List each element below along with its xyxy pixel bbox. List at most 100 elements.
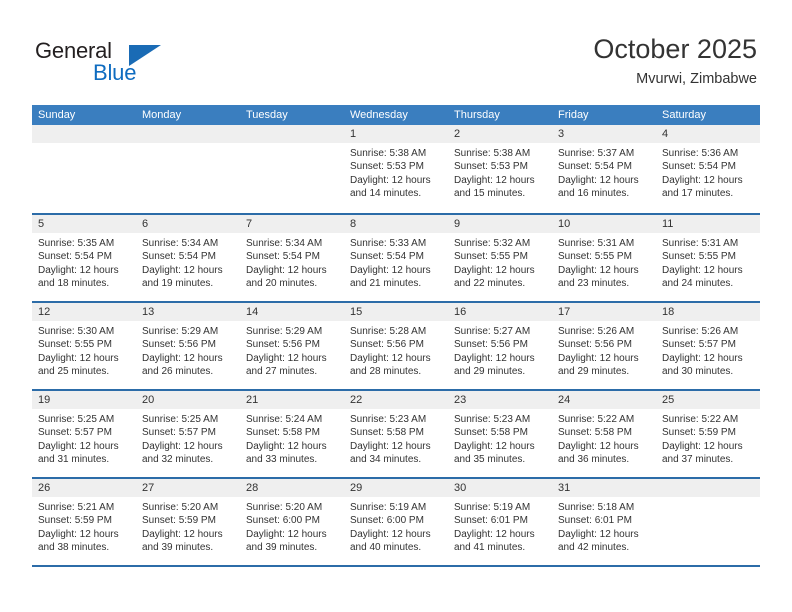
calendar-day-cell[interactable]: 5 Sunrise: 5:35 AM Sunset: 5:54 PM Daylight…	[32, 215, 136, 301]
sunrise-text: Sunrise: 5:20 AM	[142, 502, 219, 513]
day-number	[240, 125, 344, 143]
sunset-text: Sunset: 5:56 PM	[558, 339, 632, 351]
day-number: 9	[448, 215, 552, 233]
day-number: 3	[552, 125, 656, 143]
calendar-day-cell[interactable]: 17 Sunrise: 5:26 AM Sunset: 5:56 PM Dayligh…	[552, 303, 656, 389]
daylight-text: Daylight: 12 hours and 32 minutes.	[142, 440, 223, 466]
calendar-day-cell[interactable]: 21 Sunrise: 5:24 AM Sunset: 5:58 PM Dayligh…	[240, 391, 344, 477]
calendar-day-cell[interactable]: 27 Sunrise: 5:20 AM Sunset: 5:59 PM Dayligh…	[136, 479, 240, 565]
sunrise-text: Sunrise: 5:22 AM	[662, 414, 739, 425]
sunrise-text: Sunrise: 5:30 AM	[38, 326, 115, 337]
daylight-text: Daylight: 12 hours and 23 minutes.	[558, 264, 639, 290]
sunset-text: Sunset: 5:59 PM	[662, 427, 736, 439]
day-number: 25	[656, 391, 760, 409]
sunrise-text: Sunrise: 5:29 AM	[142, 326, 219, 337]
calendar-day-cell[interactable]: 24 Sunrise: 5:22 AM Sunset: 5:58 PM Dayligh…	[552, 391, 656, 477]
sunset-text: Sunset: 5:57 PM	[38, 427, 112, 439]
sunset-text: Sunset: 5:54 PM	[142, 251, 216, 263]
calendar-day-cell[interactable]: 8 Sunrise: 5:33 AM Sunset: 5:54 PM Daylight…	[344, 215, 448, 301]
daylight-text: Daylight: 12 hours and 30 minutes.	[662, 352, 743, 378]
calendar-day-cell[interactable]: 3 Sunrise: 5:37 AM Sunset: 5:54 PM Daylight…	[552, 125, 656, 213]
sunrise-text: Sunrise: 5:18 AM	[558, 502, 635, 513]
calendar-day-cell[interactable]: 12 Sunrise: 5:30 AM Sunset: 5:55 PM Dayligh…	[32, 303, 136, 389]
day-details: Sunrise: 5:19 AM Sunset: 6:00 PM Daylight:…	[344, 497, 448, 555]
day-number: 7	[240, 215, 344, 233]
calendar-day-cell[interactable]: 20 Sunrise: 5:25 AM Sunset: 5:57 PM Dayligh…	[136, 391, 240, 477]
sunrise-text: Sunrise: 5:32 AM	[454, 238, 531, 249]
calendar-day-cell[interactable]: 16 Sunrise: 5:27 AM Sunset: 5:56 PM Dayligh…	[448, 303, 552, 389]
weekday-header-thursday: Thursday	[454, 109, 500, 121]
calendar-day-cell[interactable]: 30 Sunrise: 5:19 AM Sunset: 6:01 PM Dayligh…	[448, 479, 552, 565]
calendar-day-cell[interactable]: 22 Sunrise: 5:23 AM Sunset: 5:58 PM Dayligh…	[344, 391, 448, 477]
day-details: Sunrise: 5:28 AM Sunset: 5:56 PM Daylight:…	[344, 321, 448, 379]
daylight-text: Daylight: 12 hours and 24 minutes.	[662, 264, 743, 290]
daylight-text: Daylight: 12 hours and 35 minutes.	[454, 440, 535, 466]
day-number: 16	[448, 303, 552, 321]
daylight-text: Daylight: 12 hours and 33 minutes.	[246, 440, 327, 466]
day-details: Sunrise: 5:36 AM Sunset: 5:54 PM Daylight:…	[656, 143, 760, 201]
day-number: 2	[448, 125, 552, 143]
sunset-text: Sunset: 5:55 PM	[558, 251, 632, 263]
day-number: 14	[240, 303, 344, 321]
day-number: 21	[240, 391, 344, 409]
day-number: 6	[136, 215, 240, 233]
day-number: 23	[448, 391, 552, 409]
day-details: Sunrise: 5:33 AM Sunset: 5:54 PM Daylight:…	[344, 233, 448, 291]
sunset-text: Sunset: 6:01 PM	[558, 515, 632, 527]
sunrise-text: Sunrise: 5:26 AM	[662, 326, 739, 337]
calendar-day-cell[interactable]: 6 Sunrise: 5:34 AM Sunset: 5:54 PM Daylight…	[136, 215, 240, 301]
daylight-text: Daylight: 12 hours and 26 minutes.	[142, 352, 223, 378]
calendar-day-cell[interactable]: 23 Sunrise: 5:23 AM Sunset: 5:58 PM Dayligh…	[448, 391, 552, 477]
sunrise-text: Sunrise: 5:31 AM	[662, 238, 739, 249]
sunset-text: Sunset: 5:53 PM	[350, 161, 424, 173]
weekday-header-tuesday: Tuesday	[246, 109, 288, 121]
calendar-day-cell[interactable]: 13 Sunrise: 5:29 AM Sunset: 5:56 PM Dayligh…	[136, 303, 240, 389]
sunrise-text: Sunrise: 5:36 AM	[662, 148, 739, 159]
sunrise-text: Sunrise: 5:19 AM	[454, 502, 531, 513]
sunset-text: Sunset: 5:54 PM	[558, 161, 632, 173]
calendar-day-cell[interactable]: 9 Sunrise: 5:32 AM Sunset: 5:55 PM Daylight…	[448, 215, 552, 301]
calendar-day-cell[interactable]: 31 Sunrise: 5:18 AM Sunset: 6:01 PM Dayligh…	[552, 479, 656, 565]
day-details: Sunrise: 5:20 AM Sunset: 6:00 PM Daylight:…	[240, 497, 344, 555]
sunset-text: Sunset: 5:59 PM	[38, 515, 112, 527]
day-number: 22	[344, 391, 448, 409]
sunset-text: Sunset: 6:00 PM	[350, 515, 424, 527]
calendar-day-cell[interactable]: 1 Sunrise: 5:38 AM Sunset: 5:53 PM Daylight…	[344, 125, 448, 213]
sunrise-text: Sunrise: 5:33 AM	[350, 238, 427, 249]
calendar-day-cell[interactable]: 29 Sunrise: 5:19 AM Sunset: 6:00 PM Dayligh…	[344, 479, 448, 565]
calendar-day-cell[interactable]: 2 Sunrise: 5:38 AM Sunset: 5:53 PM Daylight…	[448, 125, 552, 213]
general-blue-logo[interactable]: General Blue	[35, 38, 235, 88]
sunrise-text: Sunrise: 5:26 AM	[558, 326, 635, 337]
calendar-day-cell[interactable]: 11 Sunrise: 5:31 AM Sunset: 5:55 PM Dayligh…	[656, 215, 760, 301]
sunset-text: Sunset: 6:00 PM	[246, 515, 320, 527]
daylight-text: Daylight: 12 hours and 22 minutes.	[454, 264, 535, 290]
sunrise-text: Sunrise: 5:34 AM	[246, 238, 323, 249]
calendar-day-cell[interactable]: 26 Sunrise: 5:21 AM Sunset: 5:59 PM Dayligh…	[32, 479, 136, 565]
daylight-text: Daylight: 12 hours and 14 minutes.	[350, 174, 431, 200]
calendar-day-cell[interactable]: 4 Sunrise: 5:36 AM Sunset: 5:54 PM Daylight…	[656, 125, 760, 213]
calendar-day-cell[interactable]: 25 Sunrise: 5:22 AM Sunset: 5:59 PM Dayligh…	[656, 391, 760, 477]
sunrise-text: Sunrise: 5:38 AM	[454, 148, 531, 159]
day-details: Sunrise: 5:26 AM Sunset: 5:57 PM Daylight:…	[656, 321, 760, 379]
sunset-text: Sunset: 5:54 PM	[246, 251, 320, 263]
sunset-text: Sunset: 5:58 PM	[558, 427, 632, 439]
calendar-day-cell[interactable]: 28 Sunrise: 5:20 AM Sunset: 6:00 PM Dayligh…	[240, 479, 344, 565]
daylight-text: Daylight: 12 hours and 37 minutes.	[662, 440, 743, 466]
day-details: Sunrise: 5:34 AM Sunset: 5:54 PM Daylight:…	[240, 233, 344, 291]
calendar-day-cell[interactable]: 7 Sunrise: 5:34 AM Sunset: 5:54 PM Daylight…	[240, 215, 344, 301]
day-number: 1	[344, 125, 448, 143]
calendar-day-cell[interactable]: 19 Sunrise: 5:25 AM Sunset: 5:57 PM Dayligh…	[32, 391, 136, 477]
calendar-day-cell[interactable]: 18 Sunrise: 5:26 AM Sunset: 5:57 PM Dayligh…	[656, 303, 760, 389]
daylight-text: Daylight: 12 hours and 18 minutes.	[38, 264, 119, 290]
calendar-day-cell[interactable]: 10 Sunrise: 5:31 AM Sunset: 5:55 PM Dayligh…	[552, 215, 656, 301]
calendar-day-cell[interactable]: 15 Sunrise: 5:28 AM Sunset: 5:56 PM Dayligh…	[344, 303, 448, 389]
day-details: Sunrise: 5:26 AM Sunset: 5:56 PM Daylight:…	[552, 321, 656, 379]
sunrise-text: Sunrise: 5:21 AM	[38, 502, 115, 513]
daylight-text: Daylight: 12 hours and 29 minutes.	[454, 352, 535, 378]
sunset-text: Sunset: 5:55 PM	[38, 339, 112, 351]
day-number: 17	[552, 303, 656, 321]
calendar-week-row: 1 Sunrise: 5:38 AM Sunset: 5:53 PM Daylight…	[32, 125, 760, 213]
day-details: Sunrise: 5:38 AM Sunset: 5:53 PM Daylight:…	[344, 143, 448, 201]
calendar-day-cell[interactable]: 14 Sunrise: 5:29 AM Sunset: 5:56 PM Dayligh…	[240, 303, 344, 389]
daylight-text: Daylight: 12 hours and 15 minutes.	[454, 174, 535, 200]
